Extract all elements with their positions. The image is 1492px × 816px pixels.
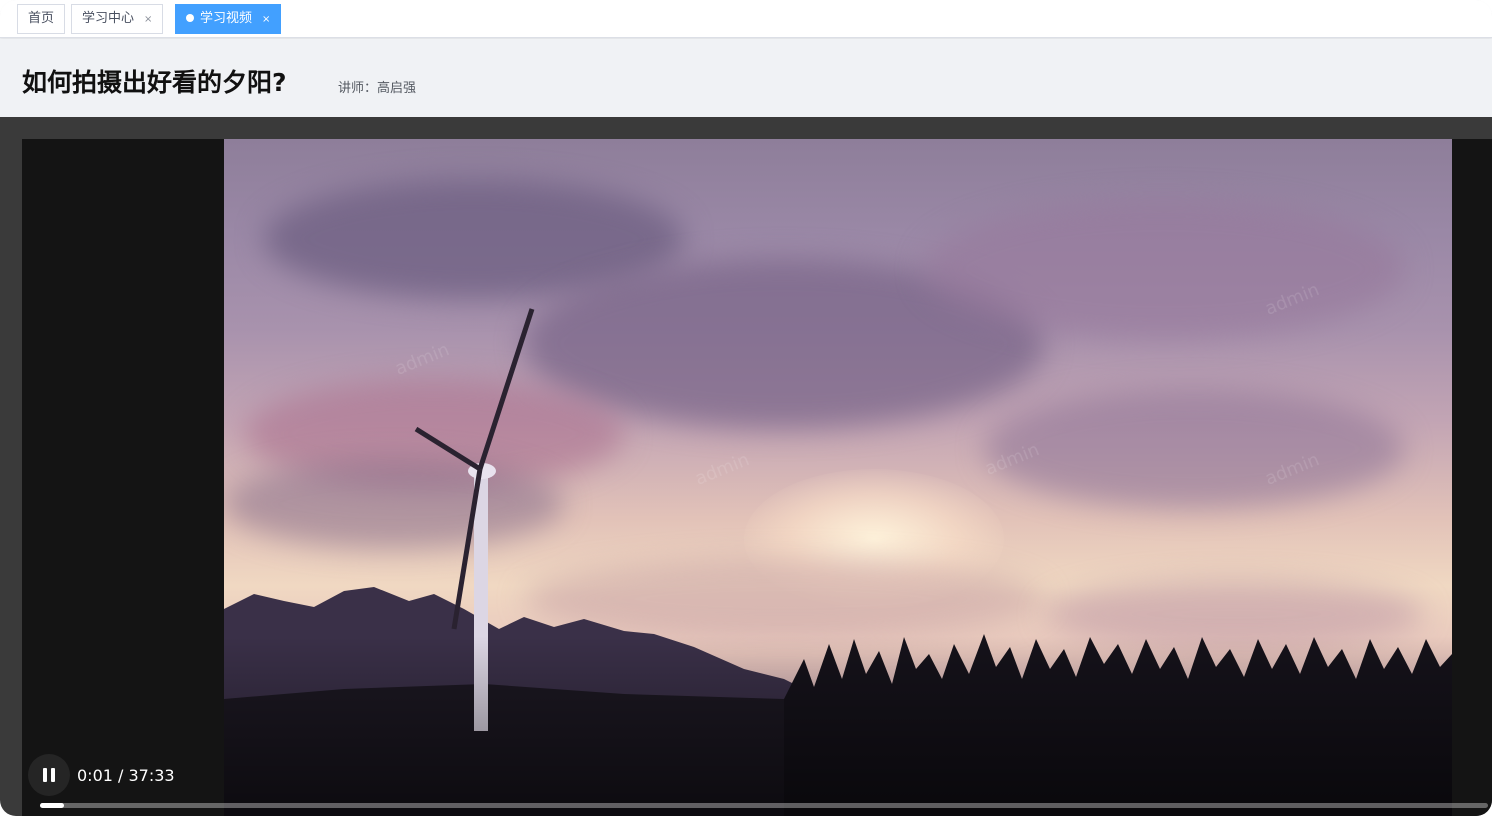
close-icon[interactable]: ×	[144, 14, 152, 25]
progress-fill	[40, 803, 64, 808]
tab-learning-video[interactable]: 学习视频 ×	[175, 4, 282, 34]
app-window: 首页 学习中心 × 学习视频 × 如何拍摄出好看的夕阳? 讲师：高启强 admi…	[0, 0, 1492, 816]
pause-button[interactable]	[28, 754, 70, 796]
pause-icon	[43, 768, 47, 782]
video-frame[interactable]: admin admin admin admin admin	[224, 139, 1452, 816]
progress-bar[interactable]	[40, 803, 1488, 808]
tab-label: 学习视频	[200, 11, 253, 26]
pause-icon	[51, 768, 55, 782]
tab-bar: 首页 学习中心 × 学习视频 ×	[0, 0, 1492, 38]
tab-learning-center[interactable]: 学习中心 ×	[71, 4, 164, 34]
time-display: 0:01 / 37:33	[77, 766, 175, 785]
player-container: admin admin admin admin admin 0:01 / 37:…	[0, 117, 1492, 816]
tab-label: 学习中心	[82, 11, 135, 26]
video-vignette	[224, 636, 1452, 816]
dot-icon	[186, 14, 194, 22]
close-icon[interactable]: ×	[262, 14, 270, 25]
page-title: 如何拍摄出好看的夕阳?	[22, 68, 287, 97]
page-header: 如何拍摄出好看的夕阳? 讲师：高启强	[0, 39, 1492, 117]
video-player[interactable]: admin admin admin admin admin 0:01 / 37:…	[22, 139, 1492, 816]
tab-label: 首页	[28, 11, 55, 26]
tab-home[interactable]: 首页	[17, 4, 66, 34]
teacher-label: 讲师：高启强	[338, 81, 417, 96]
